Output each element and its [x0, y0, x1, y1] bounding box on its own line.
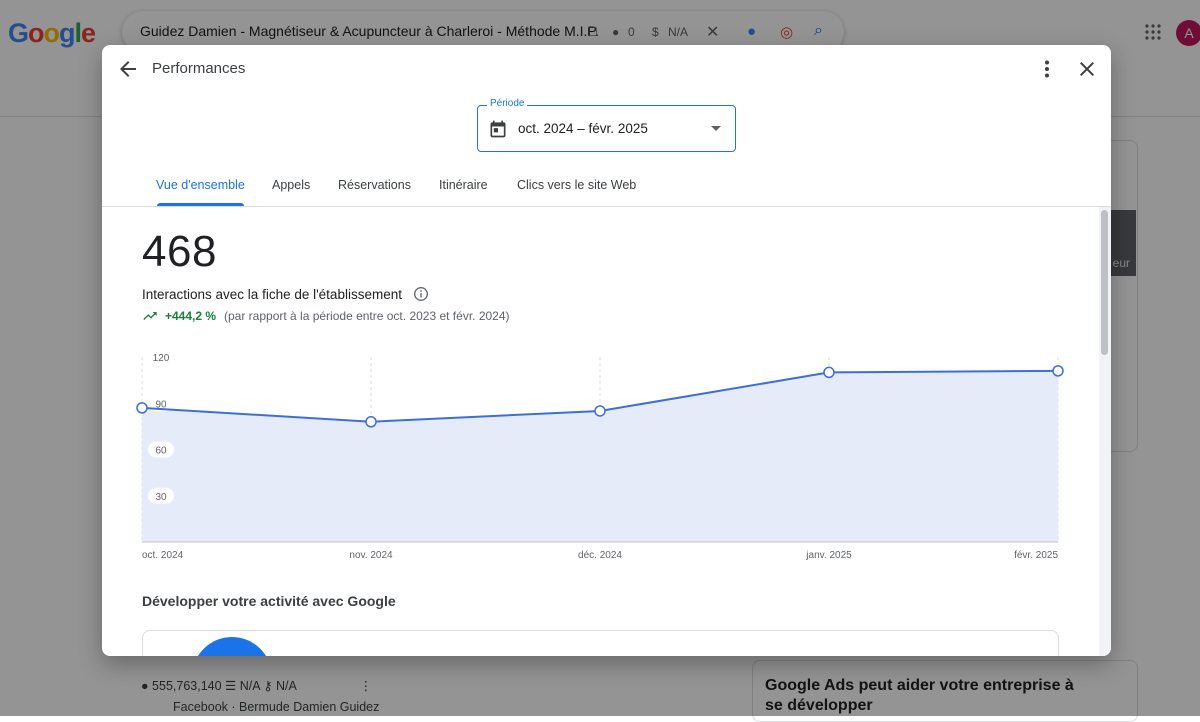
- data-point: [823, 366, 835, 379]
- back-arrow-icon[interactable]: [116, 57, 140, 81]
- scrollbar[interactable]: [1099, 207, 1111, 656]
- tab-overview[interactable]: Vue d'ensemble: [156, 178, 245, 192]
- tab-bookings[interactable]: Réservations: [338, 178, 411, 192]
- x-tick-label: déc. 2024: [578, 550, 622, 561]
- dialog-content: 468 Interactions avec la fiche de l'étab…: [102, 207, 1099, 656]
- data-point: [136, 402, 148, 414]
- scrollbar-thumb[interactable]: [1101, 210, 1108, 355]
- data-point: [594, 405, 606, 417]
- period-label: Période: [487, 98, 528, 109]
- x-tick-label: oct. 2024: [142, 550, 184, 561]
- trend-comparison: (par rapport à la période entre oct. 202…: [224, 309, 510, 323]
- performance-dialog: Performances Période oct. 2024 – févr. 2…: [102, 45, 1111, 656]
- y-tick-label: 30: [155, 492, 167, 503]
- x-tick-label: janv. 2025: [805, 550, 852, 561]
- trend-value: +444,2 %: [165, 309, 217, 323]
- tab-website-clicks[interactable]: Clics vers le site Web: [517, 178, 636, 192]
- data-point: [365, 416, 377, 428]
- period-select[interactable]: Période oct. 2024 – févr. 2025: [477, 98, 736, 152]
- section-title: Développer votre activité avec Google: [142, 593, 396, 609]
- dialog-title: Performances: [152, 60, 246, 77]
- tab-calls[interactable]: Appels: [272, 178, 310, 192]
- tab-directions[interactable]: Itinéraire: [439, 178, 488, 192]
- series-area: [142, 370, 1058, 542]
- calendar-icon: [490, 120, 506, 138]
- x-tick-label: févr. 2025: [1014, 550, 1058, 561]
- y-tick-label: 60: [155, 446, 167, 457]
- info-icon[interactable]: [413, 286, 429, 302]
- close-icon[interactable]: [1075, 57, 1099, 81]
- more-options-icon[interactable]: [1035, 57, 1059, 81]
- promo-card[interactable]: [142, 630, 1059, 656]
- trending-up-icon: [143, 312, 157, 320]
- period-value: oct. 2024 – févr. 2025: [518, 121, 648, 136]
- interactions-label: Interactions avec la fiche de l'établiss…: [142, 287, 402, 302]
- y-tick-label: 120: [153, 353, 170, 364]
- data-point: [1052, 365, 1064, 377]
- interactions-total: 468: [142, 227, 217, 276]
- chevron-down-icon: [711, 126, 721, 131]
- interactions-chart: 306090120oct. 2024 nov. 2024 déc. 2024 janv…: [136, 349, 1064, 561]
- promo-illustration: [192, 637, 272, 656]
- x-tick-label: nov. 2024: [349, 550, 393, 561]
